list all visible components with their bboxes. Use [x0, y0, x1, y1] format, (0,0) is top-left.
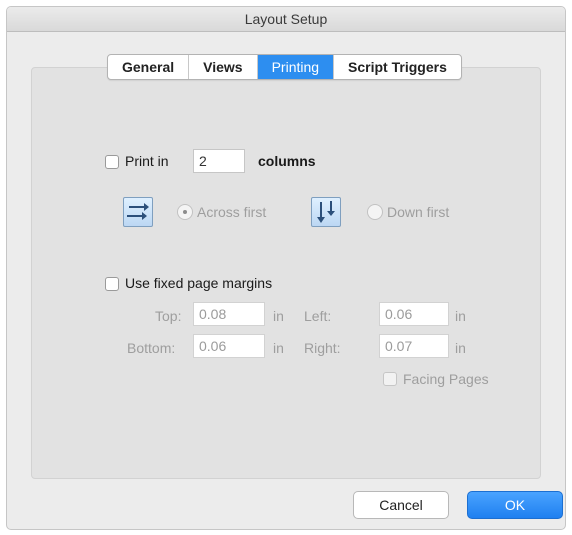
facing-pages-checkbox[interactable] [383, 372, 397, 386]
top-margin-input[interactable]: 0.08 [193, 302, 265, 326]
fixed-margins-checkbox[interactable] [105, 277, 119, 291]
across-first-radio[interactable] [177, 204, 193, 220]
bottom-margin-input[interactable]: 0.06 [193, 334, 265, 358]
layout-setup-dialog: Layout Setup General Views Printing Scri… [6, 6, 566, 530]
top-margin-unit: in [273, 308, 284, 324]
columns-label: columns [258, 153, 316, 169]
print-in-label: Print in [125, 153, 169, 169]
left-margin-label: Left: [304, 308, 332, 324]
columns-count-input[interactable]: 2 [193, 149, 245, 173]
tab-printing[interactable]: Printing [257, 55, 335, 79]
across-first-icon [123, 197, 153, 227]
bottom-margin-unit: in [273, 340, 284, 356]
print-in-columns-checkbox[interactable] [105, 155, 119, 169]
left-margin-input[interactable]: 0.06 [379, 302, 449, 326]
right-margin-unit: in [455, 340, 466, 356]
cancel-button[interactable]: Cancel [353, 491, 449, 519]
right-margin-input[interactable]: 0.07 [379, 334, 449, 358]
down-first-icon [311, 197, 341, 227]
across-first-label: Across first [197, 204, 267, 220]
facing-pages-label: Facing Pages [403, 371, 489, 387]
down-first-label: Down first [387, 204, 450, 220]
bottom-margin-label: Bottom: [127, 340, 176, 356]
printing-panel [31, 67, 541, 479]
top-margin-label: Top: [155, 308, 182, 324]
left-margin-unit: in [455, 308, 466, 324]
tab-script-triggers[interactable]: Script Triggers [334, 55, 461, 79]
tab-bar: General Views Printing Script Triggers [107, 54, 462, 80]
window-title: Layout Setup [7, 7, 565, 32]
right-margin-label: Right: [304, 340, 341, 356]
tab-general[interactable]: General [108, 55, 190, 79]
tab-views[interactable]: Views [189, 55, 258, 79]
down-first-radio[interactable] [367, 204, 383, 220]
ok-button[interactable]: OK [467, 491, 563, 519]
fixed-margins-label: Use fixed page margins [125, 275, 273, 291]
